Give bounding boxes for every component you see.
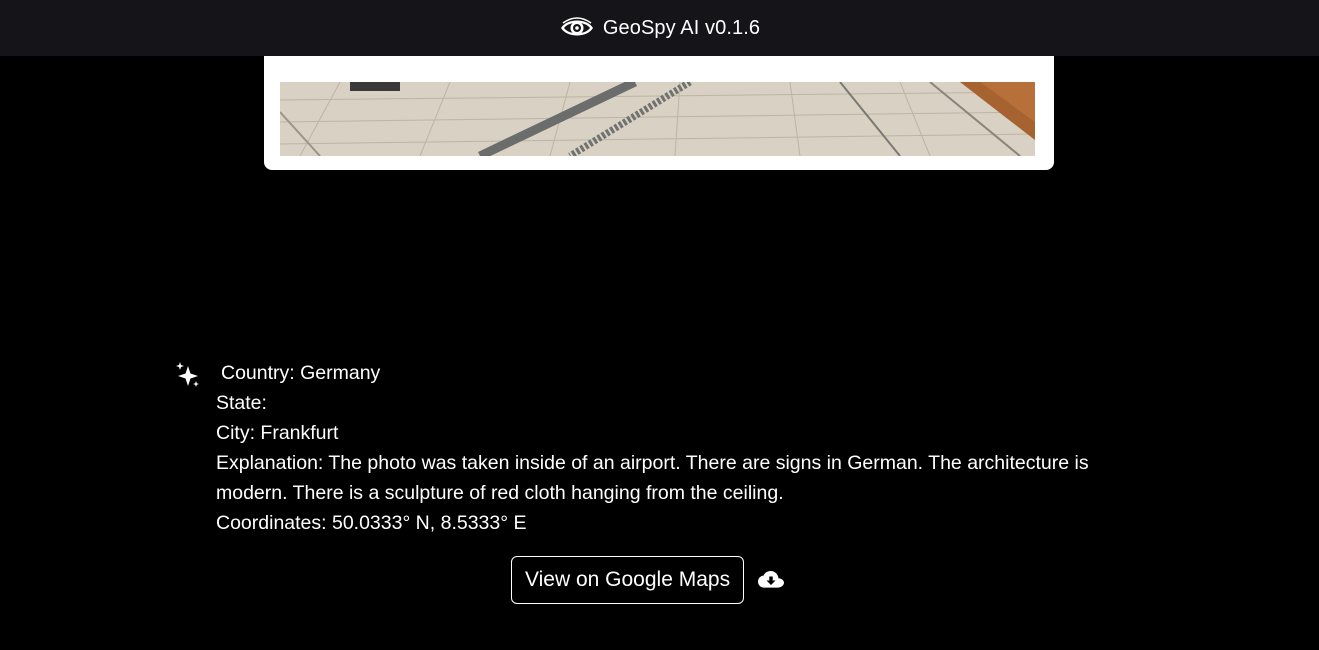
explanation-line: Explanation: The photo was taken inside … (216, 452, 1089, 504)
uploaded-photo-card (264, 56, 1054, 170)
view-on-google-maps-button[interactable]: View on Google Maps (511, 556, 745, 604)
cloud-download-icon[interactable] (757, 566, 785, 594)
result-actions: View on Google Maps (511, 556, 785, 604)
uploaded-photo (280, 82, 1035, 156)
coordinates-line: Coordinates: 50.0333° N, 8.5333° E (216, 512, 527, 534)
app-title: GeoSpy AI v0.1.6 (602, 16, 761, 39)
sparkle-icon (175, 361, 201, 389)
city-line: City: Frankfurt (216, 422, 339, 444)
country-line: Country: Germany (221, 362, 381, 384)
eye-icon (559, 14, 595, 42)
state-line: State: (216, 392, 267, 414)
app-header: GeoSpy AI v0.1.6 (0, 0, 1319, 56)
brand: GeoSpy AI v0.1.6 (559, 14, 760, 42)
result-text: Country: Germany State: City: Frankfurt … (216, 358, 1146, 538)
